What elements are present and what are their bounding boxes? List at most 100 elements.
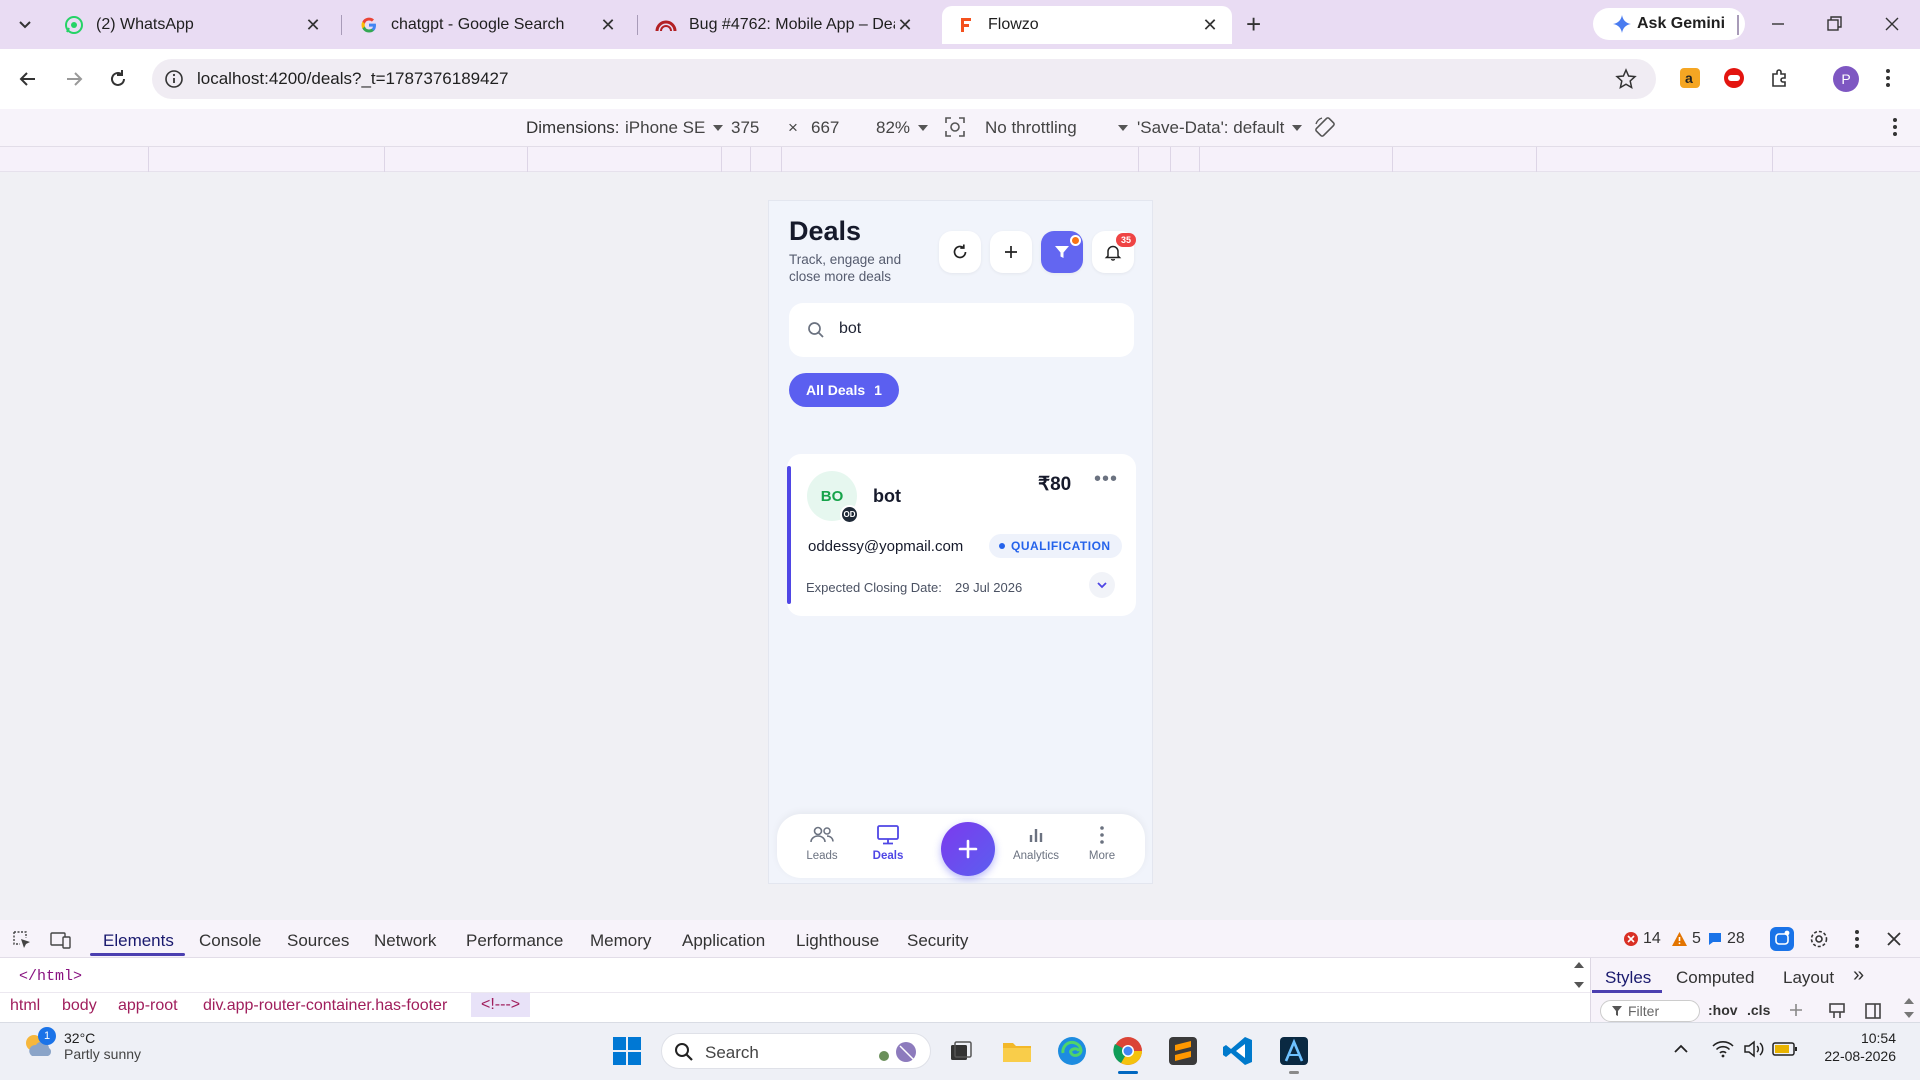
back-button[interactable]	[17, 68, 39, 90]
devtools-tab-security[interactable]: Security	[907, 931, 968, 951]
deal-more-button[interactable]: •••	[1094, 469, 1118, 489]
window-restore-button[interactable]	[1824, 14, 1844, 34]
error-counter[interactable]: 14	[1623, 930, 1661, 948]
deal-card[interactable]: BO OD bot ₹80 ••• oddessy@yopmail.com QU…	[787, 454, 1136, 616]
devtools-menu-button[interactable]	[1854, 929, 1860, 949]
class-toggle[interactable]: .cls	[1747, 1002, 1770, 1018]
quick-add-fab[interactable]	[941, 822, 995, 876]
nav-analytics[interactable]: Analytics	[1011, 824, 1061, 862]
devtools-tab-lighthouse[interactable]: Lighthouse	[796, 931, 879, 951]
tab-close-button[interactable]: ✕	[598, 15, 618, 35]
new-style-rule-button[interactable]	[1788, 1002, 1804, 1018]
search-value[interactable]: bot	[839, 320, 861, 338]
search-input[interactable]: bot	[789, 303, 1134, 357]
breadcrumb-router-container[interactable]: div.app-router-container.has-footer	[203, 997, 447, 1015]
inspect-element-button[interactable]	[12, 930, 32, 950]
file-explorer-button[interactable]	[1000, 1034, 1034, 1068]
nav-leads[interactable]: Leads	[797, 824, 847, 862]
breadcrumb-html[interactable]: html	[10, 997, 40, 1015]
tab-search-dropdown[interactable]	[15, 14, 35, 34]
tab-close-button[interactable]: ✕	[895, 15, 915, 35]
vscode-button[interactable]	[1221, 1034, 1255, 1068]
dom-scrollbar[interactable]	[1572, 958, 1586, 992]
start-button[interactable]	[611, 1035, 643, 1067]
dom-html-close-tag[interactable]: </html>	[19, 968, 82, 985]
breadcrumb-comment[interactable]: <!--->	[471, 993, 531, 1017]
sublime-text-button[interactable]	[1166, 1034, 1200, 1068]
devtools-tab-sources[interactable]: Sources	[287, 931, 349, 951]
devtools-tab-network[interactable]: Network	[374, 931, 436, 951]
tab-bug-report[interactable]: Bug #4762: Mobile App – Deal Fo ✕	[641, 6, 927, 44]
filter-button[interactable]	[1041, 231, 1083, 273]
styles-scrollbar[interactable]	[1902, 994, 1916, 1022]
tab-close-button[interactable]: ✕	[303, 15, 323, 35]
window-close-button[interactable]	[1882, 14, 1902, 34]
message-counter[interactable]: 28	[1707, 930, 1745, 948]
bookmark-star-button[interactable]	[1615, 68, 1637, 90]
amazon-extension-icon[interactable]: a	[1678, 66, 1702, 90]
nav-more[interactable]: More	[1077, 824, 1127, 862]
device-toggle-button[interactable]	[50, 930, 72, 950]
chrome-button[interactable]	[1111, 1034, 1145, 1068]
devtools-tab-console[interactable]: Console	[199, 931, 261, 951]
wifi-status[interactable]	[1712, 1040, 1734, 1058]
url-text[interactable]: localhost:4200/deals?_t=1787376189427	[197, 69, 508, 89]
tab-close-button[interactable]: ✕	[1200, 15, 1220, 35]
device-select[interactable]: iPhone SE	[625, 118, 724, 138]
devtools-tab-memory[interactable]: Memory	[590, 931, 651, 951]
notifications-button[interactable]: 35	[1092, 231, 1136, 273]
tab-google-search[interactable]: chatgpt - Google Search ✕	[345, 6, 630, 44]
taskbar-search[interactable]: Search	[661, 1033, 931, 1069]
nav-deals[interactable]: Deals	[863, 824, 913, 862]
volume-status[interactable]	[1743, 1040, 1765, 1058]
rotate-button[interactable]	[1313, 115, 1337, 139]
system-tray-overflow[interactable]	[1672, 1040, 1690, 1058]
hover-state-toggle[interactable]: :hov	[1708, 1002, 1738, 1018]
task-view-button[interactable]	[944, 1034, 978, 1068]
devtools-tab-application[interactable]: Application	[682, 931, 765, 951]
forward-button[interactable]	[63, 68, 85, 90]
tab-whatsapp[interactable]: (2) WhatsApp ✕	[50, 6, 335, 44]
side-tabs-overflow[interactable]: »	[1853, 964, 1864, 987]
devtools-tab-elements[interactable]: Elements	[103, 931, 174, 951]
record-extension-icon[interactable]	[1722, 66, 1746, 90]
extensions-button[interactable]	[1768, 66, 1792, 90]
all-deals-filter-chip[interactable]: All Deals 1	[789, 373, 899, 407]
rendering-emulation-button[interactable]	[1828, 1002, 1846, 1020]
site-info-icon[interactable]	[163, 68, 185, 90]
height-input[interactable]: 667	[811, 118, 839, 138]
breadcrumb-body[interactable]: body	[62, 997, 97, 1015]
throttling-select[interactable]: No throttling	[985, 118, 1128, 138]
toggle-sidebar-button[interactable]	[1864, 1002, 1882, 1020]
capture-screenshot-button[interactable]	[944, 116, 966, 138]
refresh-button[interactable]	[939, 231, 981, 273]
edge-button[interactable]	[1055, 1034, 1089, 1068]
window-minimize-button[interactable]	[1768, 14, 1788, 34]
warning-counter[interactable]: 5	[1671, 930, 1701, 948]
android-studio-button[interactable]	[1277, 1034, 1311, 1068]
side-tab-layout[interactable]: Layout	[1783, 968, 1834, 988]
devtools-ai-button[interactable]	[1770, 927, 1794, 951]
expand-deal-button[interactable]	[1089, 572, 1115, 598]
browser-menu-button[interactable]	[1884, 67, 1892, 89]
side-tab-styles[interactable]: Styles	[1605, 968, 1651, 988]
styles-filter[interactable]: Filter	[1600, 1000, 1700, 1022]
width-input[interactable]: 375	[731, 118, 759, 138]
devtools-tab-performance[interactable]: Performance	[466, 931, 563, 951]
media-query-ruler[interactable]	[0, 147, 1920, 172]
breadcrumb-app-root[interactable]: app-root	[118, 997, 178, 1015]
clock[interactable]: 10:54 22-08-2026	[1812, 1030, 1896, 1064]
reload-button[interactable]	[107, 68, 129, 90]
ask-gemini-button[interactable]: Ask Gemini	[1593, 8, 1745, 40]
save-data-select[interactable]: 'Save-Data': default	[1137, 118, 1303, 138]
devtools-close-button[interactable]	[1884, 929, 1904, 949]
tab-flowzo[interactable]: Flowzo ✕	[942, 6, 1232, 44]
new-tab-button[interactable]: +	[1246, 9, 1261, 40]
zoom-select[interactable]: 82%	[876, 118, 929, 138]
battery-status[interactable]	[1772, 1041, 1798, 1057]
side-tab-computed[interactable]: Computed	[1676, 968, 1754, 988]
profile-avatar[interactable]: P	[1833, 66, 1859, 92]
weather-widget[interactable]: 1 32°C Partly sunny	[22, 1027, 141, 1062]
add-deal-button[interactable]	[990, 231, 1032, 273]
device-toolbar-menu-button[interactable]	[1892, 117, 1898, 137]
